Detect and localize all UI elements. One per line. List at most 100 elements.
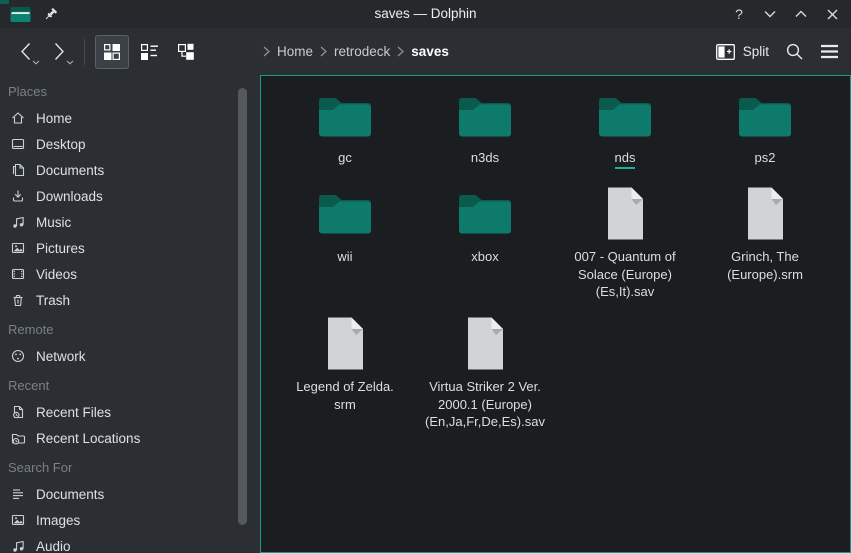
file-item-virtua-striker-2[interactable]: Virtua Striker 2 Ver. 2000.1 (Europe) (E… <box>415 314 555 444</box>
item-label: Legend of Zelda. srm <box>296 379 394 412</box>
close-button[interactable] <box>823 5 841 23</box>
sidebar-item-label: Music <box>36 215 71 230</box>
sidebar-item-search-documents[interactable]: Documents <box>0 481 260 507</box>
folder-icon <box>596 89 654 143</box>
sidebar-item-network[interactable]: Network <box>0 343 260 369</box>
item-label: 007 - Quantum of Solace (Europe) (Es,It)… <box>574 249 675 299</box>
desktop-icon <box>10 136 26 152</box>
sidebar-item-recent-files[interactable]: Recent Files <box>0 399 260 425</box>
window-title: saves — Dolphin <box>0 0 851 28</box>
folder-item-gc[interactable]: gc <box>275 89 415 184</box>
toolbar: Home retrodeck saves Split <box>0 28 851 75</box>
sidebar-item-label: Network <box>36 349 86 364</box>
breadcrumb-retrodeck[interactable]: retrodeck <box>334 44 390 59</box>
hamburger-menu-icon[interactable] <box>820 44 839 59</box>
section-header-recent: Recent <box>0 373 260 399</box>
breadcrumb: Home retrodeck saves <box>263 28 449 75</box>
item-label-hovered: nds <box>615 150 636 169</box>
details-view-button[interactable] <box>132 35 166 69</box>
sidebar-item-label: Recent Locations <box>36 431 140 446</box>
section-header-search-for: Search For <box>0 455 260 481</box>
folder-icon <box>736 89 794 143</box>
item-label: n3ds <box>471 150 499 165</box>
sidebar-item-music[interactable]: Music <box>0 209 260 235</box>
breadcrumb-home[interactable]: Home <box>277 44 313 59</box>
forward-button[interactable] <box>46 37 72 67</box>
back-dropdown-icon[interactable] <box>32 60 40 65</box>
chevron-right-icon <box>263 46 270 57</box>
grid-row: wii xbox 007 - Quantum of Solace (Europe… <box>275 184 850 314</box>
search-icon[interactable] <box>785 42 804 61</box>
breadcrumb-current[interactable]: saves <box>411 44 449 59</box>
file-item-grinch-the[interactable]: Grinch, The (Europe).srm <box>695 184 835 314</box>
grid-row: Legend of Zelda. srm Virtua Striker 2 Ve… <box>275 314 850 444</box>
file-item-007-quantum-of-solace[interactable]: 007 - Quantum of Solace (Europe) (Es,It)… <box>555 184 695 314</box>
sidebar-item-label: Trash <box>36 293 70 308</box>
sidebar-item-trash[interactable]: Trash <box>0 287 260 313</box>
sidebar-item-pictures[interactable]: Pictures <box>0 235 260 261</box>
folder-item-xbox[interactable]: xbox <box>415 184 555 314</box>
music-note-icon <box>10 214 26 230</box>
sidebar-item-label: Videos <box>36 267 77 282</box>
sidebar-item-label: Downloads <box>36 189 103 204</box>
chevron-right-icon <box>320 46 327 57</box>
folder-item-wii[interactable]: wii <box>275 184 415 314</box>
item-label: gc <box>338 150 352 165</box>
folder-view[interactable]: gc n3ds nds <box>260 75 851 553</box>
trash-icon <box>10 292 26 308</box>
forward-dropdown-icon[interactable] <box>66 60 74 65</box>
minimize-button[interactable] <box>761 5 779 23</box>
item-label: ps2 <box>755 150 776 165</box>
folder-icon <box>456 89 514 143</box>
sidebar-item-desktop[interactable]: Desktop <box>0 131 260 157</box>
sidebar-item-label: Documents <box>36 163 104 178</box>
section-header-places: Places <box>0 79 260 105</box>
folder-item-n3ds[interactable]: n3ds <box>415 89 555 184</box>
toolbar-separator <box>84 39 85 65</box>
recent-folder-icon <box>10 430 26 446</box>
split-label: Split <box>743 44 769 59</box>
app-folder-icon <box>10 6 31 23</box>
folder-item-ps2[interactable]: ps2 <box>695 89 835 184</box>
split-icon <box>716 44 735 60</box>
split-button[interactable]: Split <box>716 44 769 60</box>
pin-icon[interactable] <box>43 7 58 22</box>
chevron-right-icon <box>397 46 404 57</box>
document-icon <box>10 162 26 178</box>
sidebar-item-home[interactable]: Home <box>0 105 260 131</box>
music-note-icon <box>10 538 26 553</box>
file-item-legend-of-zelda[interactable]: Legend of Zelda. srm <box>275 314 415 444</box>
sidebar-item-label: Audio <box>36 539 71 553</box>
section-header-remote: Remote <box>0 317 260 343</box>
file-icon <box>603 184 648 242</box>
film-icon <box>10 266 26 282</box>
file-icon <box>323 314 368 372</box>
sidebar-item-documents[interactable]: Documents <box>0 157 260 183</box>
sidebar-item-search-images[interactable]: Images <box>0 507 260 533</box>
sidebar-item-label: Recent Files <box>36 405 111 420</box>
item-label: wii <box>337 249 352 264</box>
network-icon <box>10 348 26 364</box>
sidebar-item-label: Images <box>36 513 80 528</box>
sidebar-scrollbar[interactable] <box>238 88 247 525</box>
sidebar-item-recent-locations[interactable]: Recent Locations <box>0 425 260 451</box>
home-icon <box>10 110 26 126</box>
item-label: Grinch, The (Europe).srm <box>727 249 803 282</box>
grid-row: gc n3ds nds <box>275 89 850 184</box>
help-button[interactable]: ? <box>730 5 748 23</box>
text-lines-icon <box>10 486 26 502</box>
icons-view-button[interactable] <box>95 35 129 69</box>
folder-icon <box>316 184 374 242</box>
sidebar-item-videos[interactable]: Videos <box>0 261 260 287</box>
maximize-button[interactable] <box>792 5 810 23</box>
image-icon <box>10 240 26 256</box>
places-panel: Places Home Desktop Documents <box>0 75 260 553</box>
folder-icon <box>456 184 514 242</box>
sidebar-item-search-audio[interactable]: Audio <box>0 533 260 553</box>
dolphin-window: saves — Dolphin ? <box>0 0 851 553</box>
tree-view-button[interactable] <box>169 35 203 69</box>
folder-item-nds[interactable]: nds <box>555 89 695 184</box>
back-button[interactable] <box>12 37 38 67</box>
sidebar-item-label: Home <box>36 111 72 126</box>
sidebar-item-downloads[interactable]: Downloads <box>0 183 260 209</box>
